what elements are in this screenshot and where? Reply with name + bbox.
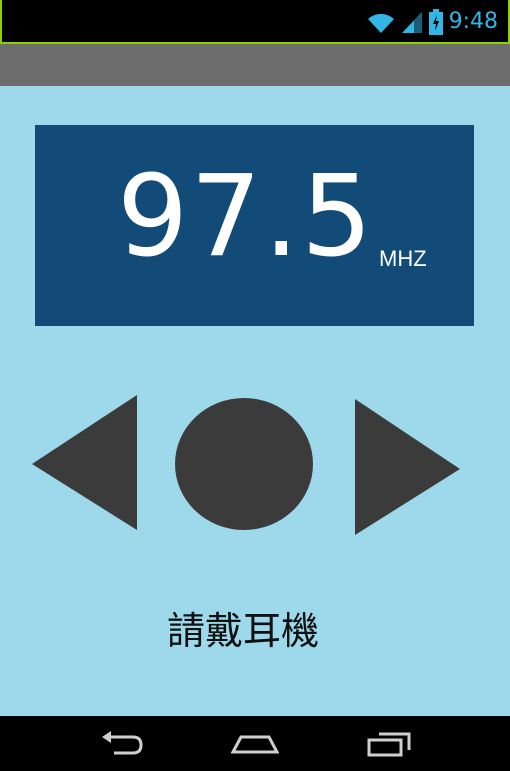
playback-controls xyxy=(0,394,510,536)
previous-triangle-icon[interactable] xyxy=(31,394,139,532)
frequency-display: 97.5 MHZ xyxy=(35,125,474,326)
frequency-unit: MHZ xyxy=(379,246,427,271)
status-icons: 9:48 xyxy=(367,8,498,36)
status-time: 9:48 xyxy=(448,9,498,34)
play-circle-icon[interactable] xyxy=(174,397,314,531)
headphone-message: 請戴耳機 xyxy=(166,609,319,653)
status-bar: 9:48 xyxy=(0,0,510,44)
battery-charging-icon xyxy=(428,9,443,35)
home-icon[interactable] xyxy=(231,728,279,760)
wifi-icon xyxy=(367,13,394,33)
radio-screen: 97.5 MHZ 請戴耳機 xyxy=(0,86,510,716)
next-triangle-icon[interactable] xyxy=(354,398,462,536)
cellular-signal-icon xyxy=(401,12,422,33)
navigation-bar xyxy=(0,716,510,771)
recent-apps-icon[interactable] xyxy=(366,728,412,760)
back-icon[interactable] xyxy=(100,728,144,760)
action-bar xyxy=(0,44,510,86)
frame-border-left xyxy=(0,0,2,44)
frequency-value: 97.5 xyxy=(117,152,375,282)
